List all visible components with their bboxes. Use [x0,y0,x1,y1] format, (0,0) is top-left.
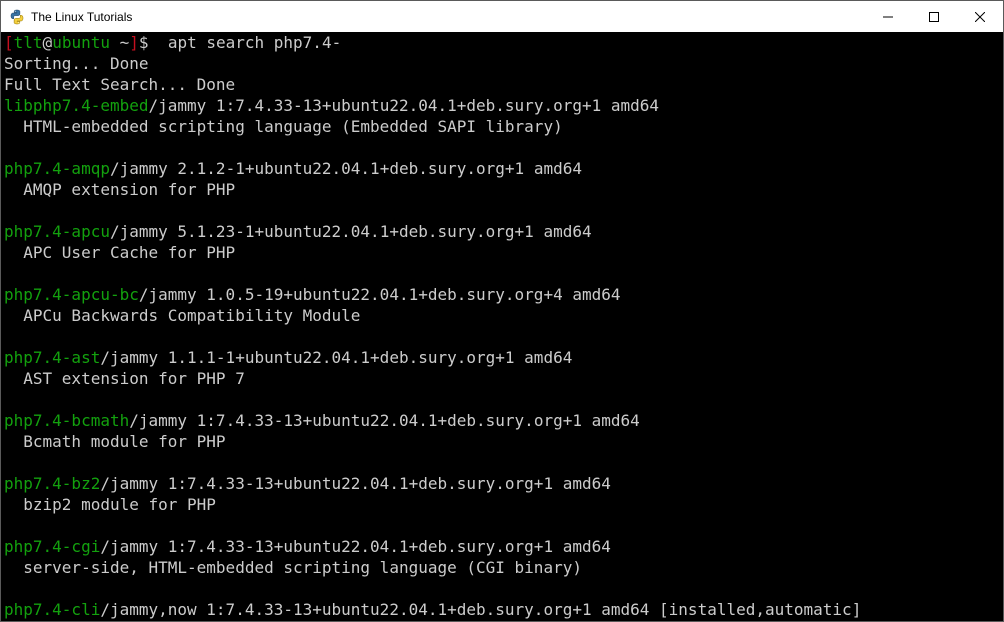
window-title: The Linux Tutorials [31,9,133,24]
prompt-open-bracket: [ [4,33,14,52]
prompt-host: ubuntu [52,33,110,52]
command-text: apt search php7.4- [148,33,342,52]
close-button[interactable] [957,1,1003,32]
python-logo-icon [9,9,25,25]
package-line: php7.4-bz2/jammy 1:7.4.33-13+ubuntu22.04… [4,473,611,494]
package-info: /jammy 1:7.4.33-13+ubuntu22.04.1+deb.sur… [100,537,611,556]
package-line: php7.4-apcu/jammy 5.1.23-1+ubuntu22.04.1… [4,221,592,242]
package-info: /jammy 1:7.4.33-13+ubuntu22.04.1+deb.sur… [148,96,660,115]
package-line: php7.4-ast/jammy 1.1.1-1+ubuntu22.04.1+d… [4,347,572,368]
package-description: Bcmath module for PHP [4,432,226,451]
prompt-user: tlt [13,33,43,52]
package-line: php7.4-amqp/jammy 2.1.2-1+ubuntu22.04.1+… [4,158,582,179]
terminal-window: The Linux Tutorials [tlt@ubuntu ~]$ apt … [0,0,1004,622]
package-info: /jammy 1.1.1-1+ubuntu22.04.1+deb.sury.or… [100,348,573,367]
package-name: php7.4-bz2 [4,474,101,493]
package-description: APCu Backwards Compatibility Module [4,306,361,325]
close-icon [975,11,985,22]
window-controls [865,1,1003,32]
package-name: libphp7.4-embed [4,96,149,115]
package-description: bzip2 module for PHP [4,495,216,514]
package-line: libphp7.4-embed/jammy 1:7.4.33-13+ubuntu… [4,95,659,116]
status-line: Sorting... Done [4,54,149,73]
prompt-close-bracket: ] [129,33,139,52]
package-line: php7.4-cli/jammy,now 1:7.4.33-13+ubuntu2… [4,599,861,620]
package-description: AST extension for PHP 7 [4,369,245,388]
package-description: server-side, HTML-embedded scripting lan… [4,558,582,577]
maximize-icon [929,11,939,22]
package-info: /jammy,now 1:7.4.33-13+ubuntu22.04.1+deb… [100,600,862,619]
maximize-button[interactable] [911,1,957,32]
package-line: php7.4-apcu-bc/jammy 1.0.5-19+ubuntu22.0… [4,284,621,305]
minimize-icon [883,16,893,17]
package-info: /jammy 1:7.4.33-13+ubuntu22.04.1+deb.sur… [100,474,611,493]
package-name: php7.4-cli [4,600,101,619]
prompt-cwd: ~ [119,33,130,52]
package-description: AMQP extension for PHP [4,180,236,199]
package-name: php7.4-bcmath [4,411,130,430]
package-description: HTML-embedded scripting language (Embedd… [4,117,563,136]
package-line: php7.4-bcmath/jammy 1:7.4.33-13+ubuntu22… [4,410,640,431]
minimize-button[interactable] [865,1,911,32]
status-line: Full Text Search... Done [4,75,236,94]
package-info: /jammy 1:7.4.33-13+ubuntu22.04.1+deb.sur… [129,411,640,430]
terminal-output[interactable]: [tlt@ubuntu ~]$ apt search php7.4- Sorti… [1,32,1003,621]
prompt-at: @ [42,33,53,52]
prompt-symbol: $ [138,33,149,52]
title-bar[interactable]: The Linux Tutorials [1,1,1003,32]
package-info: /jammy 1.0.5-19+ubuntu22.04.1+deb.sury.o… [138,285,621,304]
package-name: php7.4-amqp [4,159,110,178]
package-name: php7.4-apcu [4,222,110,241]
package-description: APC User Cache for PHP [4,243,236,262]
package-info: /jammy 5.1.23-1+ubuntu22.04.1+deb.sury.o… [109,222,592,241]
prompt-line: [tlt@ubuntu ~]$ apt search php7.4- [4,32,341,53]
package-name: php7.4-cgi [4,537,101,556]
package-name: php7.4-apcu-bc [4,285,139,304]
package-info: /jammy 2.1.2-1+ubuntu22.04.1+deb.sury.or… [109,159,582,178]
package-name: php7.4-ast [4,348,101,367]
package-line: php7.4-cgi/jammy 1:7.4.33-13+ubuntu22.04… [4,536,611,557]
